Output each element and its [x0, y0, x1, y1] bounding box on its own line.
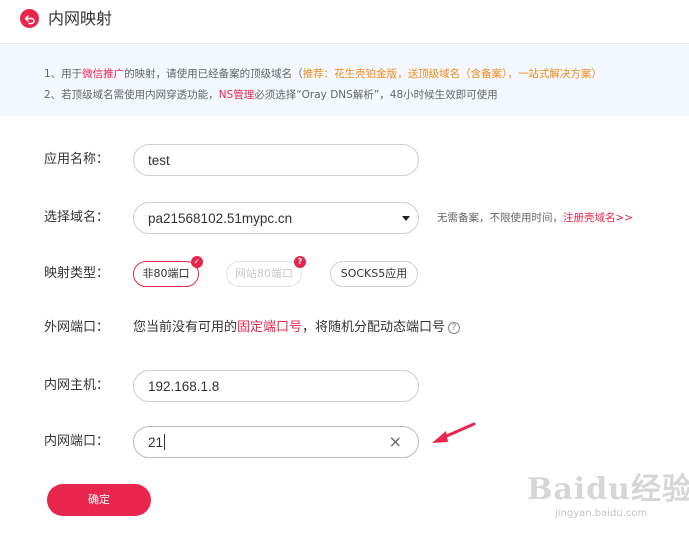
domain-label: 选择域名：	[44, 210, 110, 225]
check-icon: ✓	[191, 256, 203, 268]
watermark-url: jingyan.baidu.com	[555, 508, 648, 519]
notice-text: ）	[591, 68, 602, 80]
option-label: 非80端口	[142, 267, 190, 280]
notice-separator: ，	[507, 68, 518, 80]
domain-note-text: 无需备案，不限使用时间，	[437, 212, 563, 224]
question-icon[interactable]: ?	[448, 321, 461, 334]
external-port-info: 您当前没有可用的固定端口号，将随机分配动态端口号?	[133, 313, 461, 343]
fixed-port-link[interactable]: 固定端口号	[237, 320, 302, 335]
page-title: 内网映射	[48, 9, 113, 28]
notice-text: 必须选择“Oray DNS解析”，48小时候生效即可使用	[254, 89, 498, 101]
external-port-label: 外网端口：	[44, 320, 110, 335]
notice-line-2: 2、若顶级域名需使用内网穿透功能，NS管理必须选择“Oray DNS解析”，48…	[44, 85, 689, 106]
app-name-input[interactable]	[148, 145, 388, 175]
port-info-text: 您当前没有可用的	[133, 320, 238, 335]
recommend-label: 推荐：	[302, 68, 335, 80]
back-button[interactable]	[20, 9, 39, 28]
notice-box: 1、用于微信推广的映射，请使用已经备案的顶级域名（推荐：花生壳铂金版，送顶级域名…	[0, 45, 689, 116]
domain-select-value[interactable]	[148, 203, 388, 233]
internal-host-field[interactable]	[133, 370, 419, 402]
platinum-edition-link[interactable]: 花生壳铂金版	[334, 68, 397, 80]
watermark-brand: Baidu经验	[527, 472, 689, 507]
text-cursor	[164, 434, 165, 450]
internal-port-field[interactable]: ×	[133, 426, 419, 458]
page-header: 内网映射	[0, 0, 689, 44]
port-info-text: ，将随机分配动态端口号	[302, 320, 446, 335]
map-type-label: 映射类型：	[44, 266, 110, 281]
notice-text: 2、若顶级域名需使用内网穿透功能，	[44, 89, 219, 101]
wechat-promo-link[interactable]: 微信推广	[82, 68, 124, 80]
help-icon[interactable]: ?	[294, 256, 306, 268]
solution-link[interactable]: 一站式解决方案	[518, 68, 592, 80]
confirm-button[interactable]: 确定	[47, 484, 151, 516]
domain-note: 无需备案，不限使用时间，注册壳域名>>	[437, 203, 633, 233]
internal-host-label: 内网主机：	[44, 378, 110, 393]
register-domain-link[interactable]: 注册壳域名>>	[563, 212, 633, 224]
map-type-option-web80[interactable]: 网站80端口 ?	[226, 256, 306, 287]
internal-port-input[interactable]	[148, 427, 388, 457]
notice-text: 1、用于	[44, 68, 83, 80]
clear-icon[interactable]: ×	[389, 433, 402, 451]
dropdown-arrow-icon[interactable]	[402, 216, 410, 221]
annotation-arrow-icon	[432, 422, 476, 443]
back-arrow-icon	[24, 14, 35, 24]
option-label: 网站80端口	[235, 267, 293, 280]
map-type-option-socks5[interactable]: SOCKS5应用	[330, 261, 418, 287]
notice-separator: ，	[397, 68, 408, 80]
app-name-label: 应用名称：	[44, 152, 110, 167]
baidu-watermark: Baidu经验 jingyan.baidu.com	[515, 458, 689, 532]
notice-line-1: 1、用于微信推广的映射，请使用已经备案的顶级域名（推荐：花生壳铂金版，送顶级域名…	[44, 64, 689, 85]
notice-text: 的映射，请使用已经备案的顶级域名（	[124, 68, 303, 80]
free-domain-link[interactable]: 送顶级域名（含备案）	[408, 68, 508, 80]
internal-host-input[interactable]	[148, 371, 388, 401]
ns-management-link[interactable]: NS管理	[219, 89, 255, 101]
internal-port-label: 内网端口：	[44, 434, 110, 449]
option-label: SOCKS5应用	[340, 267, 408, 280]
app-name-field[interactable]	[133, 144, 419, 176]
domain-select[interactable]	[133, 202, 419, 234]
map-type-option-non80[interactable]: 非80端口 ✓	[133, 256, 203, 287]
